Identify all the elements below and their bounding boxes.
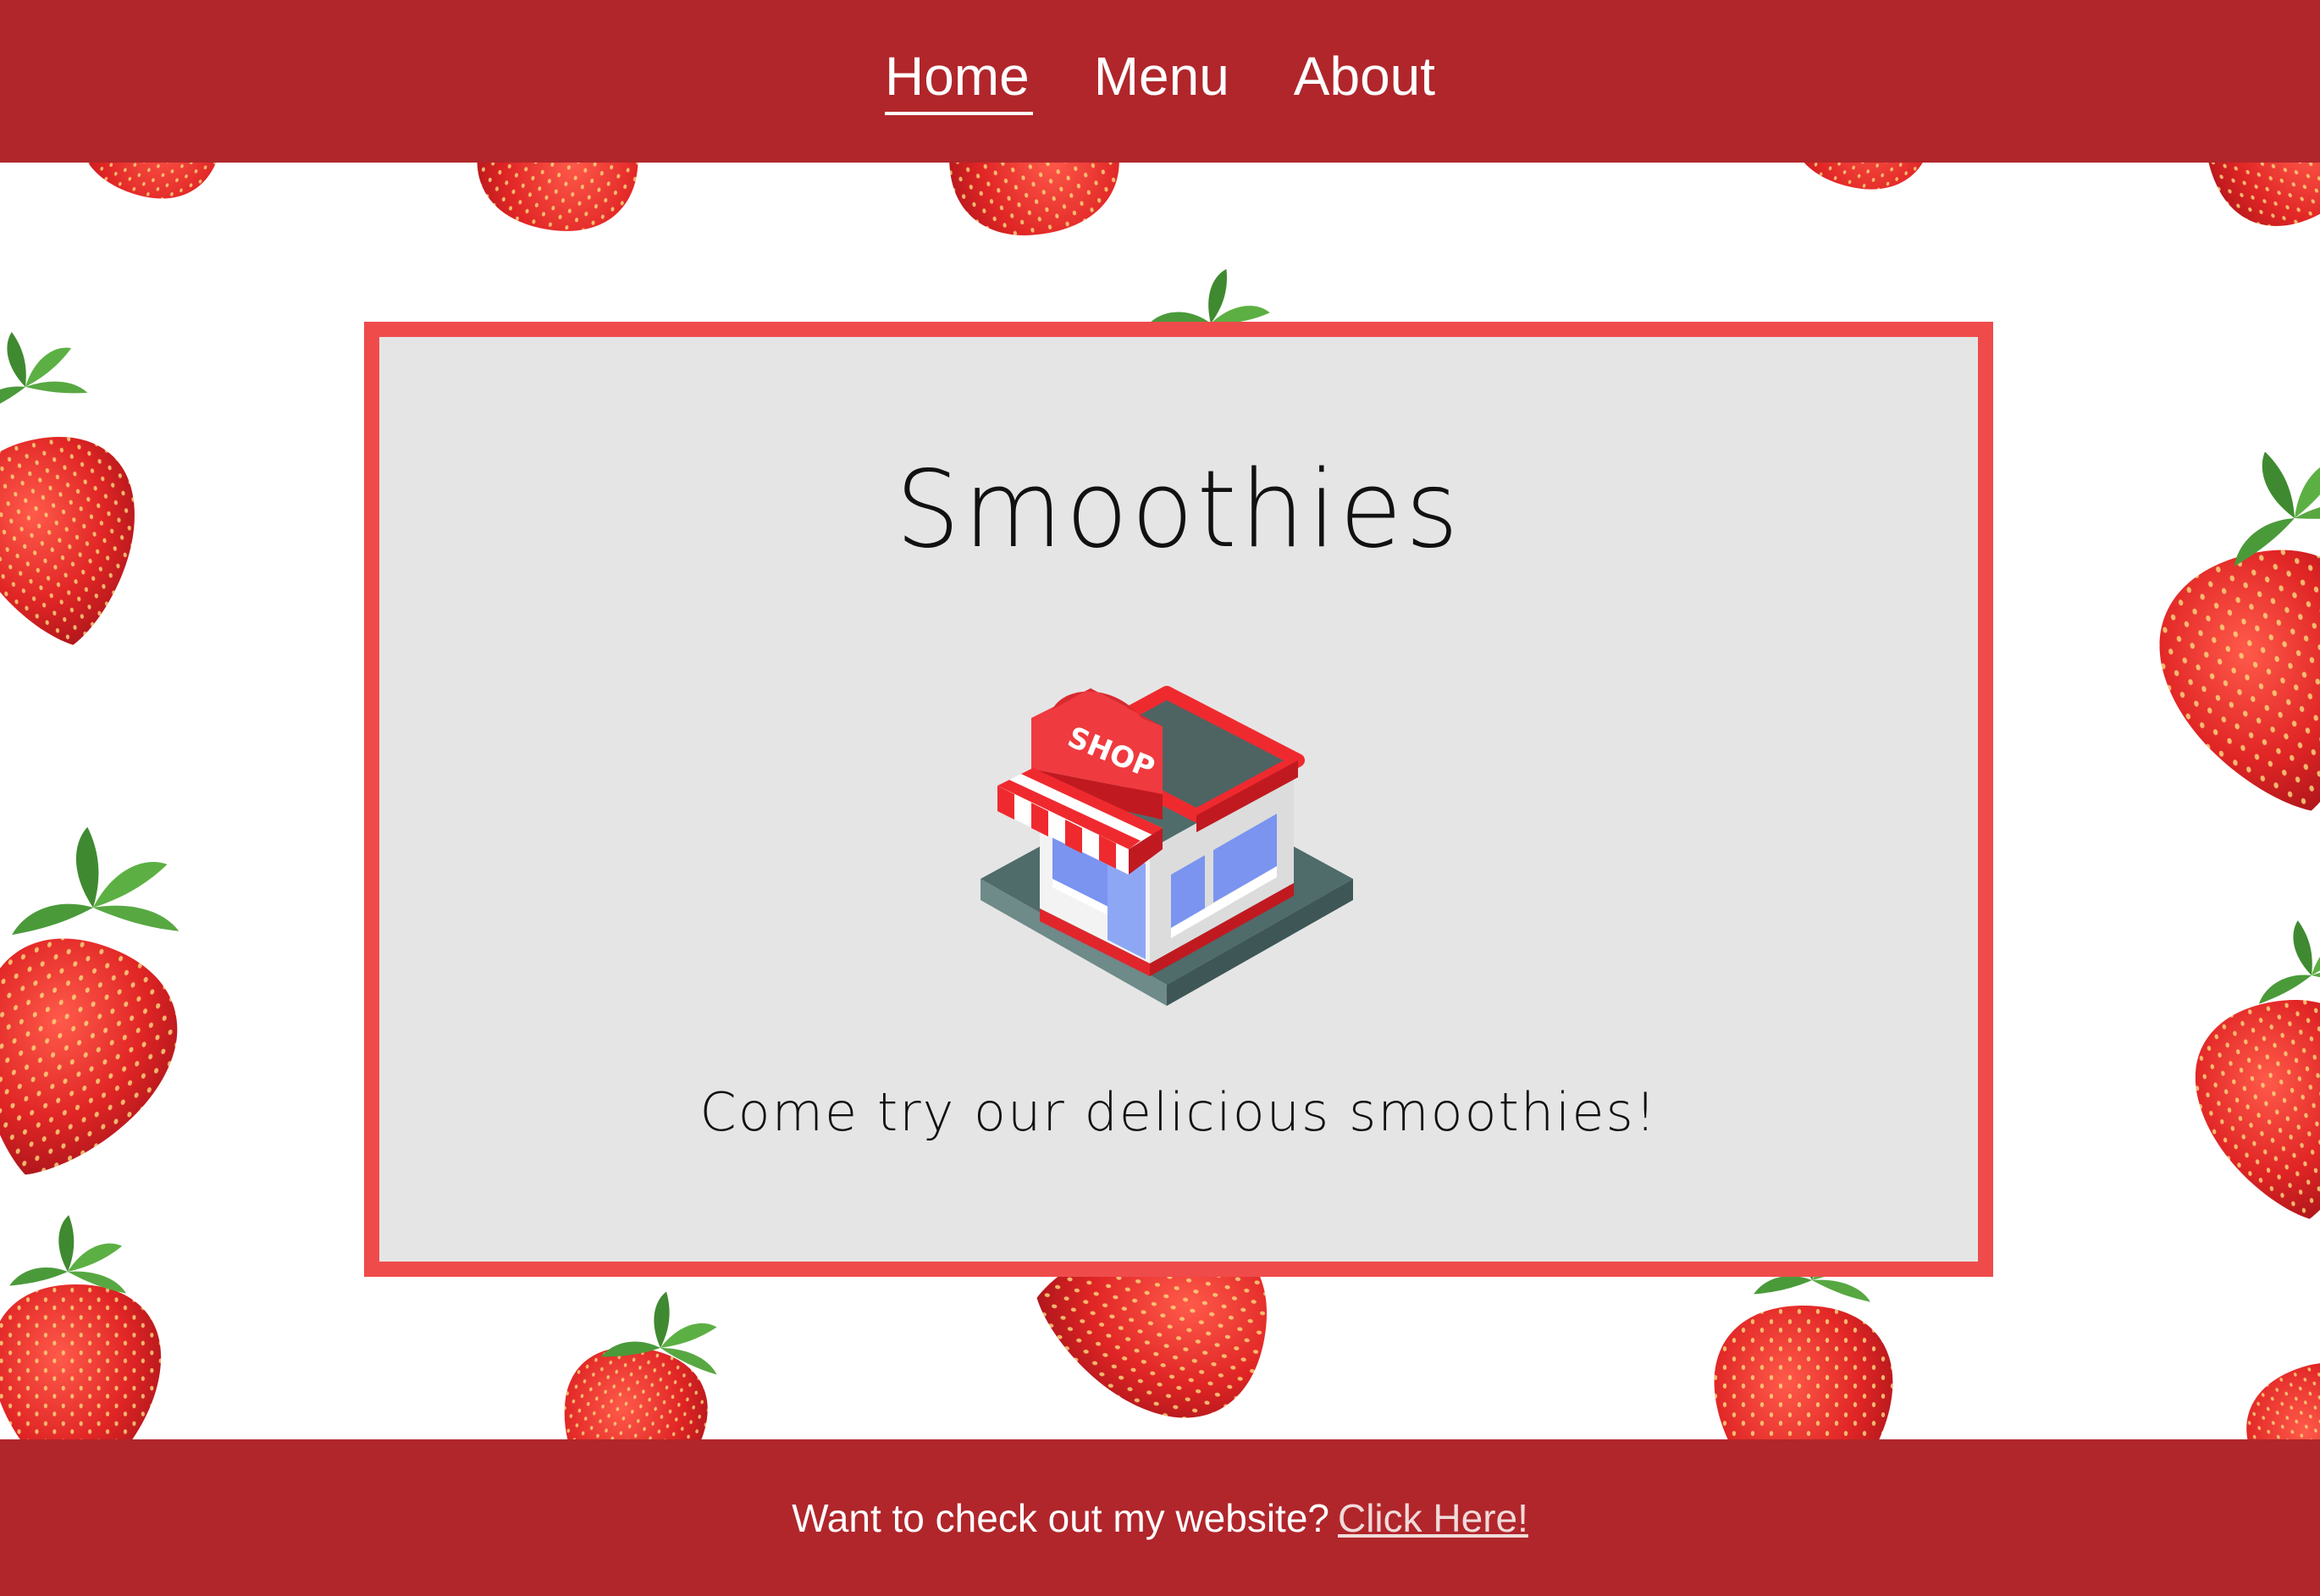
site-header: Home Menu About	[0, 0, 2320, 163]
hero-tagline: Come try our delicious smoothies!	[699, 1081, 1658, 1143]
shop-storefront-icon: SHOP	[980, 667, 1370, 1031]
strawberry-icon	[2183, 986, 2320, 1234]
strawberry-icon	[1714, 1306, 1893, 1439]
site-footer: Want to check out my website? Click Here…	[0, 1439, 2320, 1596]
strawberry-icon	[0, 424, 157, 660]
page-title: Smoothies	[895, 448, 1462, 572]
page: Home Menu About Smoothies SHOP Come try …	[0, 0, 2320, 1596]
strawberry-icon	[926, 163, 1131, 248]
strawberry-icon	[2155, 163, 2320, 252]
strawberry-icon	[62, 163, 257, 218]
strawberry-icon	[0, 1284, 162, 1439]
strawberry-icon	[2229, 1344, 2320, 1439]
footer-text: Want to check out my website?	[792, 1495, 1329, 1540]
nav-link-menu[interactable]: Menu	[1094, 49, 1229, 115]
strawberry-icon	[1776, 163, 1960, 205]
strawberry-icon	[0, 913, 201, 1209]
strawberry-icon	[2139, 527, 2320, 839]
main-nav: Home Menu About	[0, 0, 2320, 163]
nav-link-about[interactable]: About	[1294, 49, 1435, 115]
nav-link-home[interactable]: Home	[884, 49, 1033, 115]
hero-card: Smoothies SHOP Come try our delicious sm…	[364, 322, 1993, 1277]
footer-website-link[interactable]: Click Here!	[1338, 1499, 1528, 1538]
strawberry-icon	[466, 163, 660, 244]
